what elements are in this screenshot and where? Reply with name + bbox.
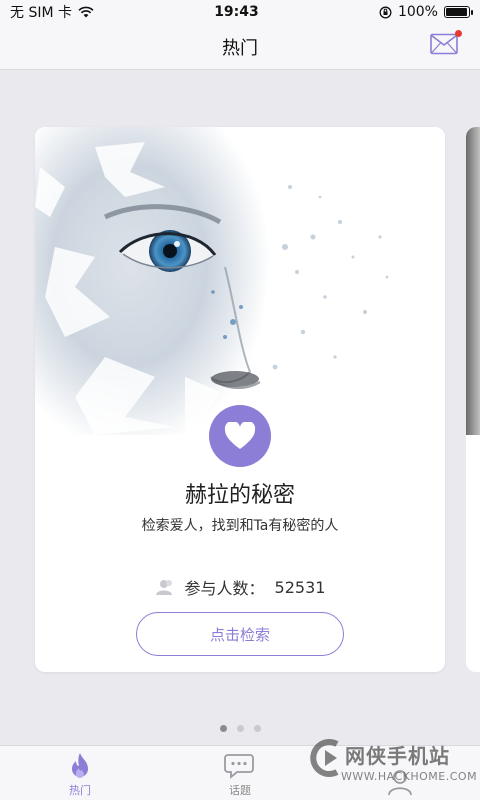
card-subtitle: 检索爱人，找到和Ta有秘密的人 — [141, 518, 339, 534]
person-icon — [388, 770, 412, 796]
page-dot — [253, 725, 261, 732]
tab-hot[interactable]: 热门 — [0, 746, 160, 800]
heart-badge — [209, 405, 271, 467]
face-illustration — [35, 127, 445, 435]
next-card-image — [466, 127, 480, 435]
notification-dot — [455, 30, 462, 37]
content-area[interactable]: 赫拉的秘密 检索爱人，找到和Ta有秘密的人 参与人数： 52531 点击检索 — [0, 70, 480, 745]
flame-icon — [72, 753, 88, 779]
clock: 19:43 — [214, 4, 259, 20]
battery-fill — [445, 8, 467, 16]
mail-button[interactable] — [430, 30, 462, 57]
tab-bar: 热门 话题 — [0, 745, 480, 800]
tab-topics-label: 话题 — [229, 784, 251, 797]
status-right: 100% — [379, 4, 473, 20]
search-button[interactable]: 点击检索 — [136, 612, 344, 656]
page-dot — [219, 725, 227, 732]
participants-count: 52531 — [274, 577, 326, 597]
chat-icon — [224, 754, 254, 779]
mail-icon — [430, 33, 458, 55]
wifi-icon — [78, 6, 94, 18]
page-dot — [236, 725, 244, 732]
tab-me[interactable] — [320, 746, 480, 800]
participants-label: 参与人数： — [184, 579, 265, 598]
topic-card[interactable]: 赫拉的秘密 检索爱人，找到和Ta有秘密的人 参与人数： 52531 点击检索 — [35, 127, 445, 672]
card-image[interactable] — [35, 127, 445, 435]
next-card-peek[interactable] — [466, 127, 480, 672]
nav-bar: 热门 — [0, 24, 480, 70]
participants-row: 参与人数： 52531 — [35, 575, 445, 599]
battery-icon — [443, 6, 473, 18]
battery-percent: 100% — [397, 4, 438, 20]
tab-hot-label: 热门 — [69, 784, 91, 797]
users-icon — [155, 580, 172, 595]
status-bar: 无 SIM 卡 19:43 100% — [0, 0, 480, 24]
tab-topics[interactable]: 话题 — [160, 746, 320, 800]
status-left: 无 SIM 卡 — [10, 2, 94, 22]
carrier-label: 无 SIM 卡 — [10, 5, 72, 21]
card-title: 赫拉的秘密 — [184, 483, 295, 508]
page-title: 热门 — [222, 37, 258, 59]
rotation-lock-icon — [379, 6, 392, 18]
page-indicator — [0, 725, 480, 732]
heart-icon — [224, 422, 256, 449]
